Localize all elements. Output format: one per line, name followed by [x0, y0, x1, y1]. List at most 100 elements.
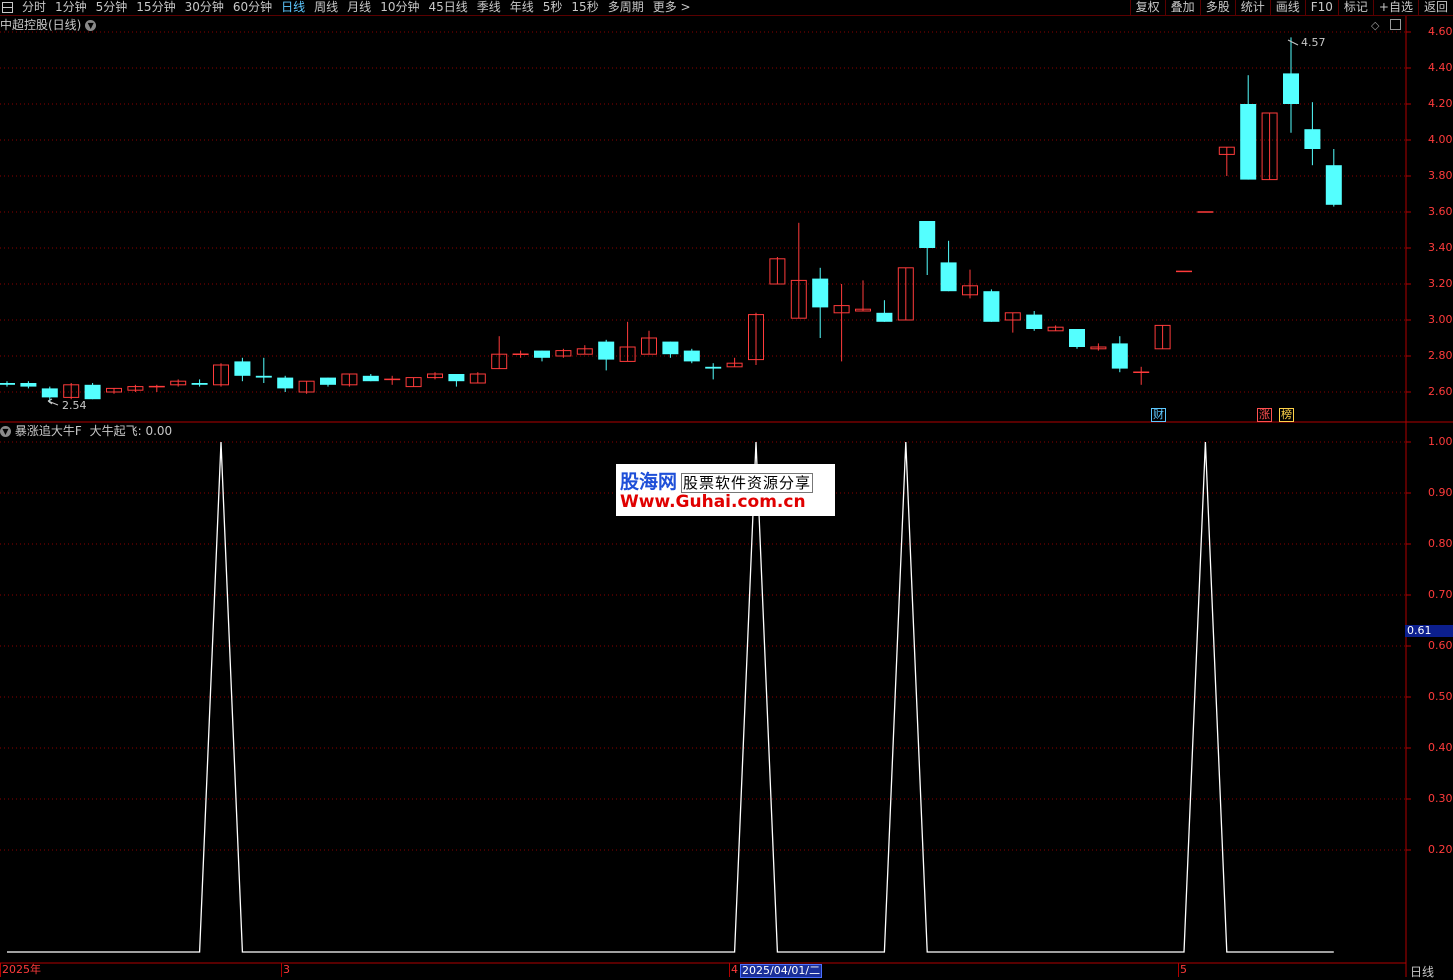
y-tick-label: 4.00	[1428, 133, 1453, 146]
x-tick-label: 4	[731, 963, 738, 976]
candle-body	[362, 375, 379, 382]
candle-body	[0, 383, 15, 385]
candle-body	[812, 278, 829, 308]
candle	[1047, 325, 1064, 332]
y-tick-label: 3.80	[1428, 169, 1453, 182]
indicator-line-label: 大牛起飞:	[89, 424, 142, 438]
y-tick-label: 3.00	[1428, 313, 1453, 326]
candle-body	[598, 341, 615, 360]
candle-body	[191, 383, 208, 385]
candle	[1069, 329, 1085, 349]
candle-body	[705, 366, 722, 369]
indicator-name[interactable]: 暴涨追大牛F	[15, 424, 82, 438]
x-tick-label: 2025年	[2, 963, 41, 976]
candle	[469, 372, 486, 384]
chevron-down-icon[interactable]: ▼	[0, 426, 11, 437]
candle	[940, 240, 957, 292]
y-tick-label: 0.30	[1428, 792, 1453, 805]
y-tick-label: 3.40	[1428, 241, 1453, 254]
candle	[170, 379, 187, 387]
candle-body	[683, 350, 700, 362]
candle	[598, 339, 615, 371]
candle	[534, 350, 550, 362]
indicator-title-bar: ▼ 暴涨追大牛F 大牛起飞: 0.00	[0, 424, 172, 439]
indicator-line-value: 0.00	[145, 424, 173, 438]
selected-date-tag: 2025/04/01/二	[740, 964, 823, 978]
y-tick-label: 2.80	[1428, 349, 1453, 362]
badge-finance[interactable]: 财	[1151, 408, 1166, 422]
candle	[1240, 75, 1257, 180]
candle	[812, 267, 829, 338]
signal-line	[7, 441, 1334, 953]
candle	[641, 330, 657, 355]
y-tick-label: 0.80	[1428, 537, 1453, 550]
candle	[855, 280, 871, 312]
candle	[897, 267, 914, 321]
candle	[127, 384, 144, 392]
candle	[320, 377, 336, 387]
candle-body	[1325, 165, 1342, 205]
candle	[1304, 102, 1321, 166]
y-tick-label: 2.60	[1428, 385, 1453, 398]
candle-body	[20, 383, 37, 387]
x-tick-label: 5	[1180, 963, 1187, 976]
y-tick-label: 3.60	[1428, 205, 1453, 218]
signal-series	[7, 441, 1334, 953]
candle	[726, 357, 743, 368]
candle-body	[320, 377, 336, 385]
candle-body	[876, 312, 893, 322]
period-indicator[interactable]: 日线	[1410, 963, 1434, 980]
candle	[148, 384, 165, 392]
candle	[234, 357, 251, 382]
candle	[555, 348, 572, 358]
candle	[341, 373, 358, 387]
y-tick-label: 0.20	[1428, 843, 1453, 856]
candle-body	[1069, 329, 1085, 347]
candle	[63, 383, 80, 400]
candle-body	[534, 350, 550, 358]
candle	[491, 336, 508, 370]
candle-body	[919, 221, 936, 248]
candle	[384, 375, 401, 385]
candle	[191, 379, 208, 387]
candle	[106, 387, 122, 394]
candle	[0, 381, 15, 387]
candle	[1004, 312, 1021, 333]
candle	[1026, 311, 1043, 331]
candle	[1154, 324, 1171, 350]
low-pointer-arrow	[47, 398, 59, 406]
candle	[1325, 149, 1342, 207]
x-tick-label: 3	[283, 963, 290, 976]
badge-limit-up[interactable]: 涨	[1257, 408, 1272, 422]
high-price-label: 4.57	[1301, 36, 1326, 49]
candle	[84, 383, 101, 400]
candle	[1090, 343, 1107, 351]
y-tick-label: 4.60	[1428, 25, 1453, 38]
y-tick-label: 0.90	[1428, 486, 1453, 499]
y-tick-label: 3.20	[1428, 277, 1453, 290]
candle	[405, 377, 422, 388]
watermark-tagline: 股票软件资源分享	[681, 473, 814, 493]
candle	[1133, 366, 1150, 385]
candle	[427, 372, 443, 380]
y-tick-label: 4.40	[1428, 61, 1453, 74]
candle	[748, 312, 764, 365]
candle-body	[983, 291, 1000, 322]
candle	[213, 363, 229, 387]
y-tick-label: 0.70	[1428, 588, 1453, 601]
candle-body	[234, 361, 251, 376]
candle-body	[1283, 73, 1299, 104]
candle-body	[1111, 343, 1128, 369]
candle	[448, 374, 465, 387]
candle	[919, 221, 936, 275]
candle-body	[255, 375, 272, 378]
badge-dragon-tiger-list[interactable]: 榜	[1279, 408, 1294, 422]
candle	[576, 345, 593, 355]
candles	[0, 37, 1342, 403]
candle-body	[277, 377, 294, 389]
y-tick-label: 4.20	[1428, 97, 1453, 110]
candle	[1261, 112, 1278, 181]
low-price-label: 2.54	[62, 399, 87, 412]
x-axis-ticks	[0, 963, 1179, 977]
candle	[1218, 146, 1235, 176]
